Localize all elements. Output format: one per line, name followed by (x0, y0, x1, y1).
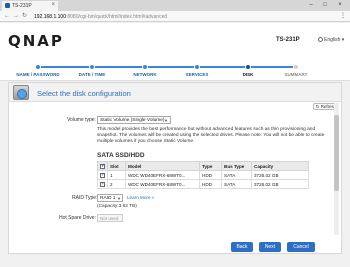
volume-type-value: Static Volume (Single Volume) (100, 118, 165, 123)
step-label: DATE / TIME (78, 72, 106, 77)
raid-type-select[interactable]: RAID 1 ▼ (97, 194, 123, 202)
qnap-header: QNAP TS-231P English ▾ (0, 23, 350, 63)
sata-section-title: SATA SSD/HDD (97, 152, 145, 159)
step-dot (194, 64, 200, 70)
back-arrow-icon[interactable]: ← (4, 12, 10, 21)
back-button[interactable]: Back (231, 242, 253, 252)
chevron-down-icon: ▼ (117, 196, 121, 201)
slot-cell: 2 (107, 179, 126, 189)
maximize-icon[interactable]: □ (318, 0, 332, 10)
browser-tab[interactable]: TS-231P × (2, 1, 58, 11)
step-dot (142, 64, 148, 70)
type-cell: HDD (199, 179, 222, 189)
cancel-button[interactable]: Cancel (287, 242, 315, 252)
address-path: :8080/cgi-bin/quick/html/index.html#adva… (65, 14, 168, 20)
row-select-cell[interactable] (97, 170, 108, 180)
raid-type-label: RAID Type: (72, 195, 98, 201)
panel-header: Select the disk configuration (9, 83, 341, 102)
step-label: SUMMARY (284, 72, 308, 77)
volume-description: This model provides the best performance… (97, 127, 325, 144)
minimize-icon[interactable]: – (304, 0, 318, 10)
model-name: TS-231P (276, 37, 300, 43)
bus-cell: SATA (221, 170, 252, 180)
col-bus-type: Bus Type (221, 161, 252, 171)
learn-more-link[interactable]: Learn More » (127, 195, 154, 200)
col-model: Model (125, 161, 200, 171)
step-dot (35, 64, 41, 70)
disk-checkbox[interactable] (100, 181, 105, 187)
hot-spare-value: Not used (100, 216, 119, 221)
address-bar[interactable]: 192.168.1.100:8080/cgi-bin/quick/html/in… (34, 13, 324, 21)
col-capacity: Capacity (251, 161, 309, 171)
table-row[interactable]: 1 WDC WD40EFRX-68WT0... HDD SATA 3726.02… (97, 170, 309, 180)
slot-cell: 1 (107, 170, 126, 180)
model-cell: WDC WD40EFRX-68WT0... (125, 170, 200, 180)
table-header-row: Slot Model Type Bus Type Capacity (97, 161, 309, 171)
step-dot (293, 64, 299, 70)
page-footer-area (0, 255, 350, 267)
language-label: English (324, 37, 341, 43)
panel-title: Select the disk configuration (37, 89, 131, 98)
reload-icon[interactable]: ↻ (22, 12, 27, 21)
model-cell: WDC WD40EFRX-68WT0... (125, 179, 200, 189)
volume-type-label: Volume type: (67, 117, 96, 123)
capacity-cell: 3726.02 GB (251, 179, 309, 189)
col-slot: Slot (107, 161, 126, 171)
step-summary: SUMMARY (266, 63, 326, 77)
step-date-time: DATE / TIME (62, 63, 122, 77)
browser-menu-icon[interactable]: ⋮ (340, 12, 346, 21)
capacity-cell: 3726.02 GB (251, 170, 309, 180)
step-label: NETWORK (133, 72, 157, 77)
step-network: NETWORK (115, 63, 175, 77)
select-all-checkbox[interactable] (100, 163, 105, 169)
qnap-logo: QNAP (8, 32, 64, 50)
step-dot (245, 64, 251, 70)
disk-table: Slot Model Type Bus Type Capacity 1 WDC … (97, 161, 309, 189)
browser-title-bar: TS-231P × – □ × (0, 0, 350, 11)
next-button[interactable]: Next (259, 242, 281, 252)
close-window-icon[interactable]: × (333, 0, 347, 10)
type-cell: HDD (199, 170, 222, 180)
tab-title: TS-231P (12, 3, 32, 9)
qnap-favicon-icon (5, 3, 10, 8)
disk-config-panel: Select the disk configuration ↻ Refresh … (8, 82, 342, 254)
globe-icon (318, 37, 323, 43)
chevron-down-icon: ▼ (164, 118, 168, 123)
bus-cell: SATA (221, 179, 252, 189)
scrollbar-thumb[interactable] (334, 115, 339, 191)
disk-icon (13, 85, 29, 100)
forward-arrow-icon[interactable]: → (13, 12, 19, 21)
hot-spare-label: Hot Spare Drive: (59, 215, 96, 221)
close-tab-icon[interactable]: × (51, 2, 55, 8)
panel-scrollbar[interactable] (334, 103, 339, 235)
row-select-cell[interactable] (97, 179, 108, 189)
wizard-steps: NAME / PASSWORD DATE / TIME NETWORK SERV… (0, 63, 350, 81)
step-dot (89, 64, 95, 70)
disk-checkbox[interactable] (100, 172, 105, 178)
language-selector[interactable]: English ▾ (318, 37, 344, 43)
address-host: 192.168.1.100 (34, 14, 66, 20)
volume-type-select[interactable]: Static Volume (Single Volume) ▼ (97, 116, 171, 124)
step-label: NAME / PASSWORD (16, 72, 60, 77)
address-toolbar: ← → ↻ 192.168.1.100:8080/cgi-bin/quick/h… (0, 11, 350, 22)
capacity-text: (Capacity:3.62 TB) (97, 204, 137, 209)
hot-spare-select[interactable]: Not used (97, 214, 123, 222)
raid-type-value: RAID 1 (100, 196, 116, 201)
col-type: Type (199, 161, 222, 171)
select-all-header[interactable] (97, 161, 108, 171)
table-row[interactable]: 2 WDC WD40EFRX-68WT0... HDD SATA 3726.02… (97, 179, 309, 189)
step-name-password: NAME / PASSWORD (8, 63, 68, 77)
